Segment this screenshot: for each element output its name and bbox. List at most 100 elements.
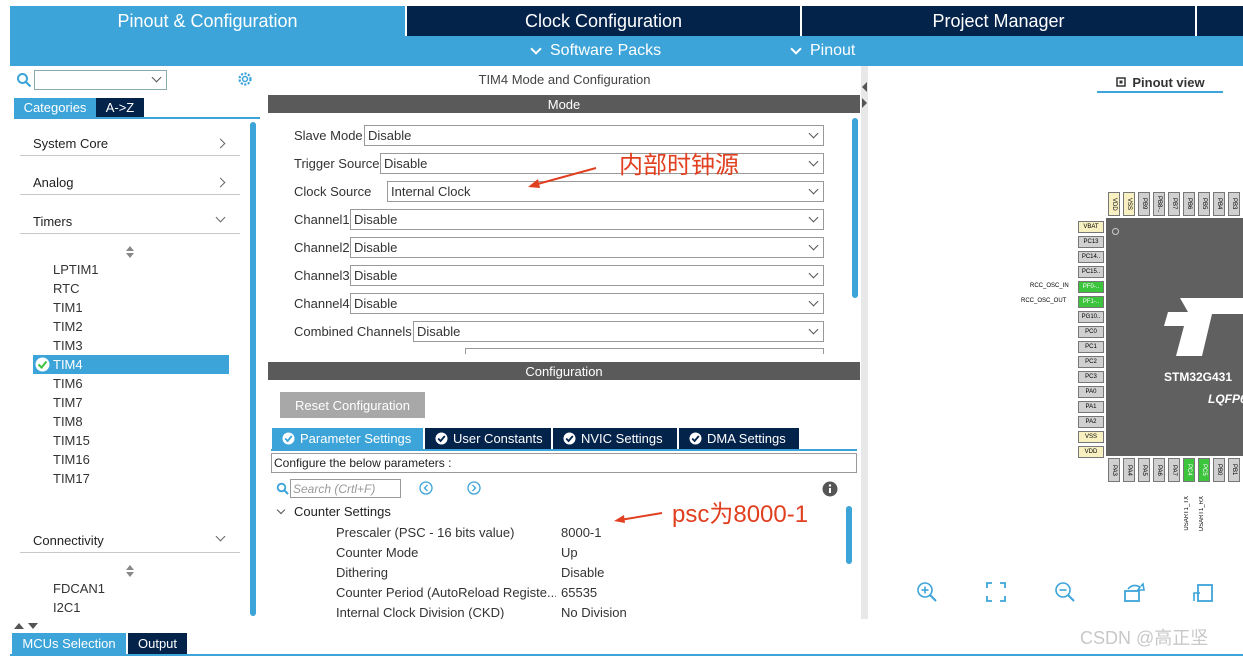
tab-pinout-view[interactable]: Pinout view [1097, 72, 1223, 92]
pin-pc4[interactable]: PC4 [1183, 458, 1195, 482]
zoom-out-icon[interactable] [1054, 581, 1076, 603]
tab-user-constants[interactable]: User Constants [425, 428, 551, 449]
param-value-counter-mode[interactable]: Up [561, 545, 578, 560]
pin-pb8[interactable]: PB8-.. [1153, 192, 1165, 216]
mode-scrollbar[interactable] [852, 118, 858, 298]
search-icon[interactable] [276, 482, 289, 495]
pin-pf0[interactable]: PF0-.. [1078, 281, 1104, 293]
timer-item-tim2[interactable]: TIM2 [53, 317, 83, 336]
pin-pb5[interactable]: PB5 [1198, 192, 1210, 216]
previous-icon[interactable] [419, 481, 433, 495]
timer-item-rtc[interactable]: RTC [53, 279, 79, 298]
pin-pc13[interactable]: PC13 [1078, 236, 1104, 248]
hidden-select[interactable] [465, 348, 824, 354]
clock-source-select[interactable]: Internal Clock [387, 181, 824, 202]
pin-pb6[interactable]: PB6 [1183, 192, 1195, 216]
tab-parameter-settings[interactable]: Parameter Settings [272, 428, 423, 449]
timer-item-tim6[interactable]: TIM6 [53, 374, 83, 393]
pin-pa0[interactable]: PA0 [1078, 386, 1104, 398]
tab-categories[interactable]: Categories [14, 98, 96, 117]
timer-item-tim16[interactable]: TIM16 [53, 450, 90, 469]
tab-clock-configuration[interactable]: Clock Configuration [407, 6, 800, 36]
pin-top-vdd[interactable]: VDD [1108, 192, 1120, 216]
tab-a-z[interactable]: A->Z [96, 98, 144, 117]
info-icon[interactable] [822, 481, 838, 497]
pin-vdd[interactable]: VDD [1078, 446, 1104, 458]
pin-pc3[interactable]: PC3 [1078, 371, 1104, 383]
combined-channels-select[interactable]: Disable [413, 321, 824, 342]
mcu-chip[interactable]: STM32G431 LQFP6 [1106, 218, 1243, 456]
next-icon[interactable] [467, 481, 481, 495]
pin-vbat[interactable]: VBAT [1078, 221, 1104, 233]
timer-item-tim8[interactable]: TIM8 [53, 412, 83, 431]
timer-item-tim4[interactable]: TIM4 [33, 355, 229, 374]
reset-configuration-button[interactable]: Reset Configuration [280, 392, 425, 418]
pin-pb0[interactable]: PB0 [1213, 458, 1225, 482]
software-packs-menu[interactable]: Software Packs [530, 36, 661, 66]
pin-pc15[interactable]: PC15.. [1078, 266, 1104, 278]
timer-item-tim7[interactable]: TIM7 [53, 393, 83, 412]
pin-vss[interactable]: VSS [1078, 431, 1104, 443]
search-icon[interactable] [16, 72, 32, 88]
pin-pc5[interactable]: PC5 [1198, 458, 1210, 482]
timer-item-tim3[interactable]: TIM3 [53, 336, 83, 355]
pin-pb4[interactable]: PB4 [1213, 192, 1225, 216]
left-scrollbar[interactable] [250, 122, 256, 616]
pin-top-vss[interactable]: VSS [1123, 192, 1135, 216]
channel4-select[interactable]: Disable [350, 293, 824, 314]
pin-pg10[interactable]: PG10.. [1078, 311, 1104, 323]
pin-pc14[interactable]: PC14.. [1078, 251, 1104, 263]
connectivity-item-fdcan1[interactable]: FDCAN1 [53, 579, 105, 598]
panel-splitter[interactable] [861, 66, 868, 619]
pin-pb1[interactable]: PB1 [1228, 458, 1240, 482]
connectivity-item-i2c1[interactable]: I2C1 [53, 598, 80, 617]
pin-pf1[interactable]: PF1-.. [1078, 296, 1104, 308]
slave-mode-select[interactable]: Disable [364, 125, 824, 146]
pin-pa7[interactable]: PA7 [1168, 458, 1180, 482]
tab-nvic-settings[interactable]: NVIC Settings [553, 428, 677, 449]
pin-pc1[interactable]: PC1 [1078, 341, 1104, 353]
gear-icon[interactable] [236, 70, 254, 88]
category-connectivity[interactable]: Connectivity [20, 529, 240, 553]
pin-pc0[interactable]: PC0 [1078, 326, 1104, 338]
param-value-prescaler[interactable]: 8000-1 [561, 525, 601, 540]
pin-pa5[interactable]: PA5 [1138, 458, 1150, 482]
timer-item-tim1[interactable]: TIM1 [53, 298, 83, 317]
sort-icon[interactable] [125, 245, 135, 259]
pin-pa1[interactable]: PA1 [1078, 401, 1104, 413]
param-value-clock-division[interactable]: No Division [561, 605, 627, 619]
timer-item-lptim1[interactable]: LPTIM1 [53, 260, 99, 279]
collapse-arrow-icon[interactable] [861, 80, 868, 110]
sort-icon[interactable] [125, 564, 135, 578]
tab-mcus-selection[interactable]: MCUs Selection [12, 633, 126, 654]
zoom-in-icon[interactable] [916, 581, 938, 603]
category-timers[interactable]: Timers [20, 210, 240, 234]
pin-pa2[interactable]: PA2 [1078, 416, 1104, 428]
counter-settings-section[interactable]: Counter Settings [276, 504, 391, 519]
category-system-core[interactable]: System Core [20, 132, 240, 156]
tab-project-manager[interactable]: Project Manager [802, 6, 1195, 36]
pin-pa3[interactable]: PA3 [1108, 458, 1120, 482]
parameter-scrollbar[interactable] [846, 506, 852, 564]
fit-screen-icon[interactable] [985, 581, 1007, 603]
trigger-source-select[interactable]: Disable [380, 153, 824, 174]
collapse-toggle-icon[interactable] [12, 622, 42, 630]
parameter-search-input[interactable]: Search (Crtl+F) [290, 479, 401, 498]
pin-pa4[interactable]: PA4 [1123, 458, 1135, 482]
category-analog[interactable]: Analog [20, 171, 240, 195]
timer-item-tim17[interactable]: TIM17 [53, 469, 90, 488]
channel3-select[interactable]: Disable [350, 265, 824, 286]
channel2-select[interactable]: Disable [350, 237, 824, 258]
pin-pb7[interactable]: PB7 [1168, 192, 1180, 216]
channel1-select[interactable]: Disable [350, 209, 824, 230]
pin-pb3[interactable]: PB3 [1228, 192, 1240, 216]
param-value-dithering[interactable]: Disable [561, 565, 604, 580]
pin-pb9[interactable]: PB9 [1138, 192, 1150, 216]
tab-output[interactable]: Output [128, 633, 187, 654]
rotate-left-icon[interactable] [1192, 581, 1214, 603]
tab-dma-settings[interactable]: DMA Settings [679, 428, 799, 449]
pin-pc2[interactable]: PC2 [1078, 356, 1104, 368]
pinout-menu[interactable]: Pinout [790, 36, 855, 66]
tab-pinout-configuration[interactable]: Pinout & Configuration [10, 6, 405, 36]
param-value-counter-period[interactable]: 65535 [561, 585, 597, 600]
